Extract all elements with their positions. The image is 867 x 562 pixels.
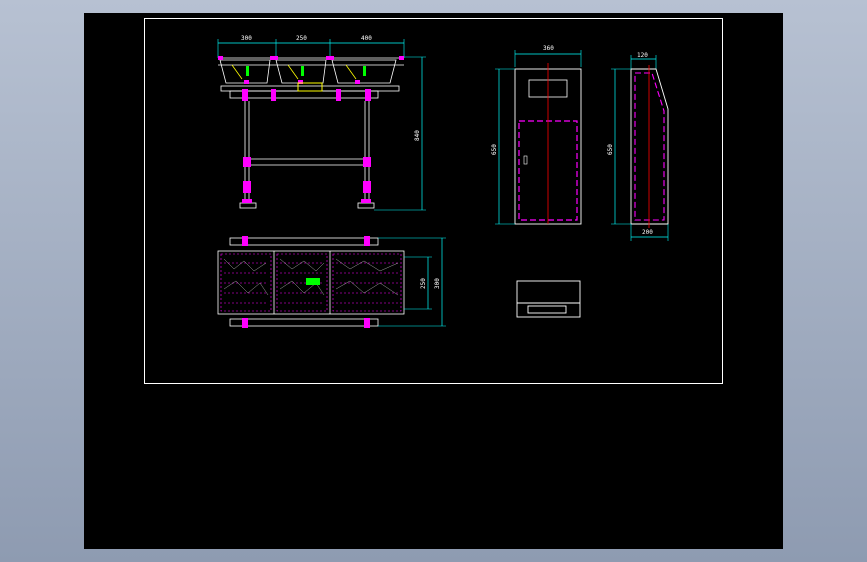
cabinet-side-hidden — [634, 72, 665, 221]
dim-cabinet-height: 650 — [491, 144, 498, 155]
dim-plan-outer: 300 — [434, 278, 441, 289]
control-box — [297, 82, 323, 92]
plan-green-marker — [306, 278, 320, 285]
front-view: 300 250 400 840 — [217, 35, 426, 211]
cabinet-top-view — [516, 280, 581, 318]
cabinet-front-view: 360 650 — [491, 45, 582, 225]
dim-front-width-1: 300 — [241, 35, 252, 42]
drawing-canvas[interactable]: 300 250 400 840 250 300 360 650 120 650 … — [84, 13, 783, 549]
cabinet-side-view: 120 650 200 — [607, 52, 669, 241]
plan-view: 250 300 — [217, 236, 446, 328]
dim-cabinet-width: 360 — [543, 45, 554, 52]
dim-front-height: 840 — [414, 130, 421, 141]
dim-front-width-2: 250 — [296, 35, 307, 42]
bin-clamps — [231, 64, 357, 80]
bin-row — [218, 57, 404, 84]
dim-side-height: 650 — [607, 144, 614, 155]
dim-plan-inner: 250 — [420, 278, 427, 289]
cabinet-side-outline — [630, 68, 669, 225]
cabinet-handle — [523, 155, 528, 165]
table-frame — [229, 90, 379, 99]
dim-front-width-3: 400 — [361, 35, 372, 42]
table-legs — [239, 101, 375, 209]
dim-side-bottom: 200 — [642, 229, 653, 236]
dim-side-top: 120 — [637, 52, 648, 59]
cad-viewport[interactable]: 300 250 400 840 250 300 360 650 120 650 … — [0, 0, 867, 562]
cad-drawing: 300 250 400 840 250 300 360 650 120 650 … — [144, 18, 723, 384]
